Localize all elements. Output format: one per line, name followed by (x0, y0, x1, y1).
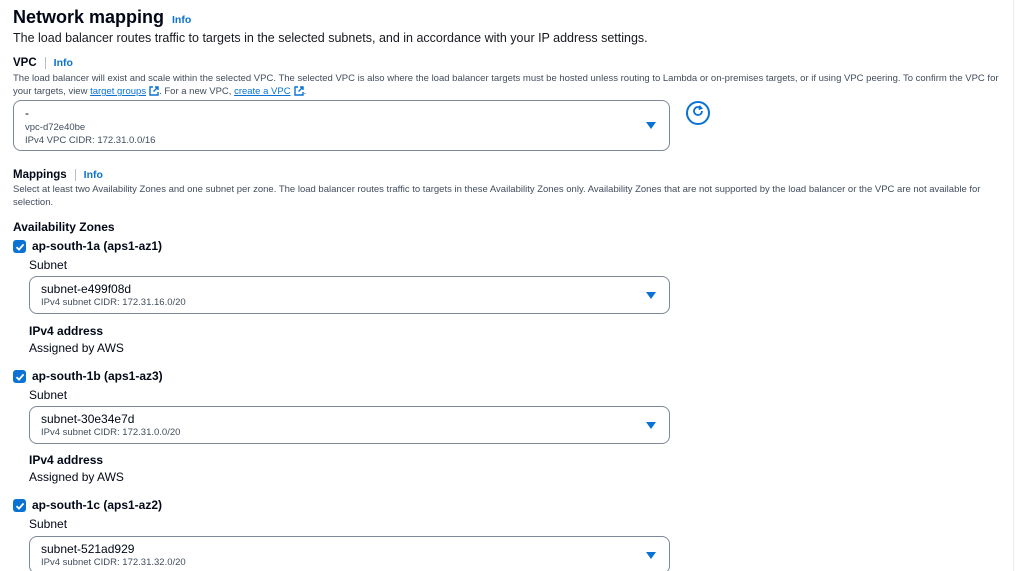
caret-down-icon (646, 122, 656, 129)
refresh-icon (691, 104, 705, 123)
target-groups-link[interactable]: target groups (90, 86, 146, 97)
vpc-help-text: The load balancer will exist and scale w… (13, 72, 1003, 100)
section-title: Network mapping (13, 7, 165, 27)
vpc-label: VPC (13, 57, 37, 69)
subnet-cidr: IPv4 subnet CIDR: 172.31.0.0/20 (41, 427, 181, 438)
caret-down-icon (646, 422, 656, 429)
vpc-selected-cidr: IPv4 VPC CIDR: 172.31.0.0/16 (25, 135, 156, 146)
zone-checkbox-ap-south-1c[interactable] (13, 499, 26, 512)
section-description: The load balancer routes traffic to targ… (13, 31, 648, 45)
ipv4-address-label: IPv4 address (29, 324, 104, 338)
checkmark-icon (15, 243, 24, 251)
subnet-label: Subnet (29, 388, 68, 402)
mappings-description: Select at least two Availability Zones a… (13, 184, 981, 208)
mappings-label: Mappings (13, 169, 67, 181)
subnet-select-ap-south-1c[interactable]: subnet-521ad929 IPv4 subnet CIDR: 172.31… (29, 536, 670, 571)
ipv4-address-label: IPv4 address (29, 453, 104, 467)
vpc-select[interactable]: - vpc-d72e40be IPv4 VPC CIDR: 172.31.0.0… (13, 100, 670, 151)
subnet-select-ap-south-1a[interactable]: subnet-e499f08d IPv4 subnet CIDR: 172.31… (29, 276, 670, 314)
subnet-id: subnet-e499f08d (41, 282, 132, 296)
subnet-label: Subnet (29, 517, 68, 531)
vpc-info-link[interactable]: Info (54, 57, 73, 69)
network-mapping-panel: Network mapping Info The load balancer r… (0, 0, 1024, 571)
subnet-cidr: IPv4 subnet CIDR: 172.31.16.0/20 (41, 297, 186, 308)
vpc-help-suffix: . (303, 86, 307, 97)
mappings-label-row: Mappings Info (13, 169, 103, 181)
panel-edge (1013, 0, 1014, 571)
zone-name: ap-south-1a (aps1-az1) (32, 239, 163, 253)
availability-zones-heading: Availability Zones (13, 220, 115, 234)
subnet-id: subnet-521ad929 (41, 542, 135, 556)
vpc-label-row: VPC Info (13, 57, 73, 69)
mappings-info-link[interactable]: Info (84, 169, 103, 181)
caret-down-icon (646, 292, 656, 299)
subnet-id: subnet-30e34e7d (41, 412, 135, 426)
checkmark-icon (15, 502, 24, 510)
zone-name: ap-south-1c (aps1-az2) (32, 498, 163, 512)
subnet-label: Subnet (29, 258, 68, 272)
caret-down-icon (646, 552, 656, 559)
create-vpc-link[interactable]: create a VPC (234, 86, 291, 97)
ipv4-address-value: Assigned by AWS (29, 341, 124, 355)
checkmark-icon (15, 373, 24, 381)
refresh-vpc-button[interactable] (686, 101, 710, 125)
vpc-help-middle: . For a new VPC, (159, 86, 235, 97)
subnet-select-ap-south-1b[interactable]: subnet-30e34e7d IPv4 subnet CIDR: 172.31… (29, 406, 670, 444)
label-divider (44, 57, 46, 69)
external-link-icon[interactable] (149, 86, 159, 100)
zone-checkbox-ap-south-1a[interactable] (13, 240, 26, 253)
subnet-cidr: IPv4 subnet CIDR: 172.31.32.0/20 (41, 557, 186, 568)
label-divider (74, 169, 76, 181)
external-link-icon[interactable] (293, 86, 304, 100)
section-header: Network mapping Info (13, 7, 191, 28)
zone-checkbox-ap-south-1b[interactable] (13, 370, 26, 383)
ipv4-address-value: Assigned by AWS (29, 470, 124, 484)
section-info-link[interactable]: Info (172, 14, 191, 26)
vpc-selected-id: vpc-d72e40be (25, 122, 86, 133)
zone-name: ap-south-1b (aps1-az3) (32, 369, 163, 383)
vpc-selected-name: - (25, 106, 29, 120)
